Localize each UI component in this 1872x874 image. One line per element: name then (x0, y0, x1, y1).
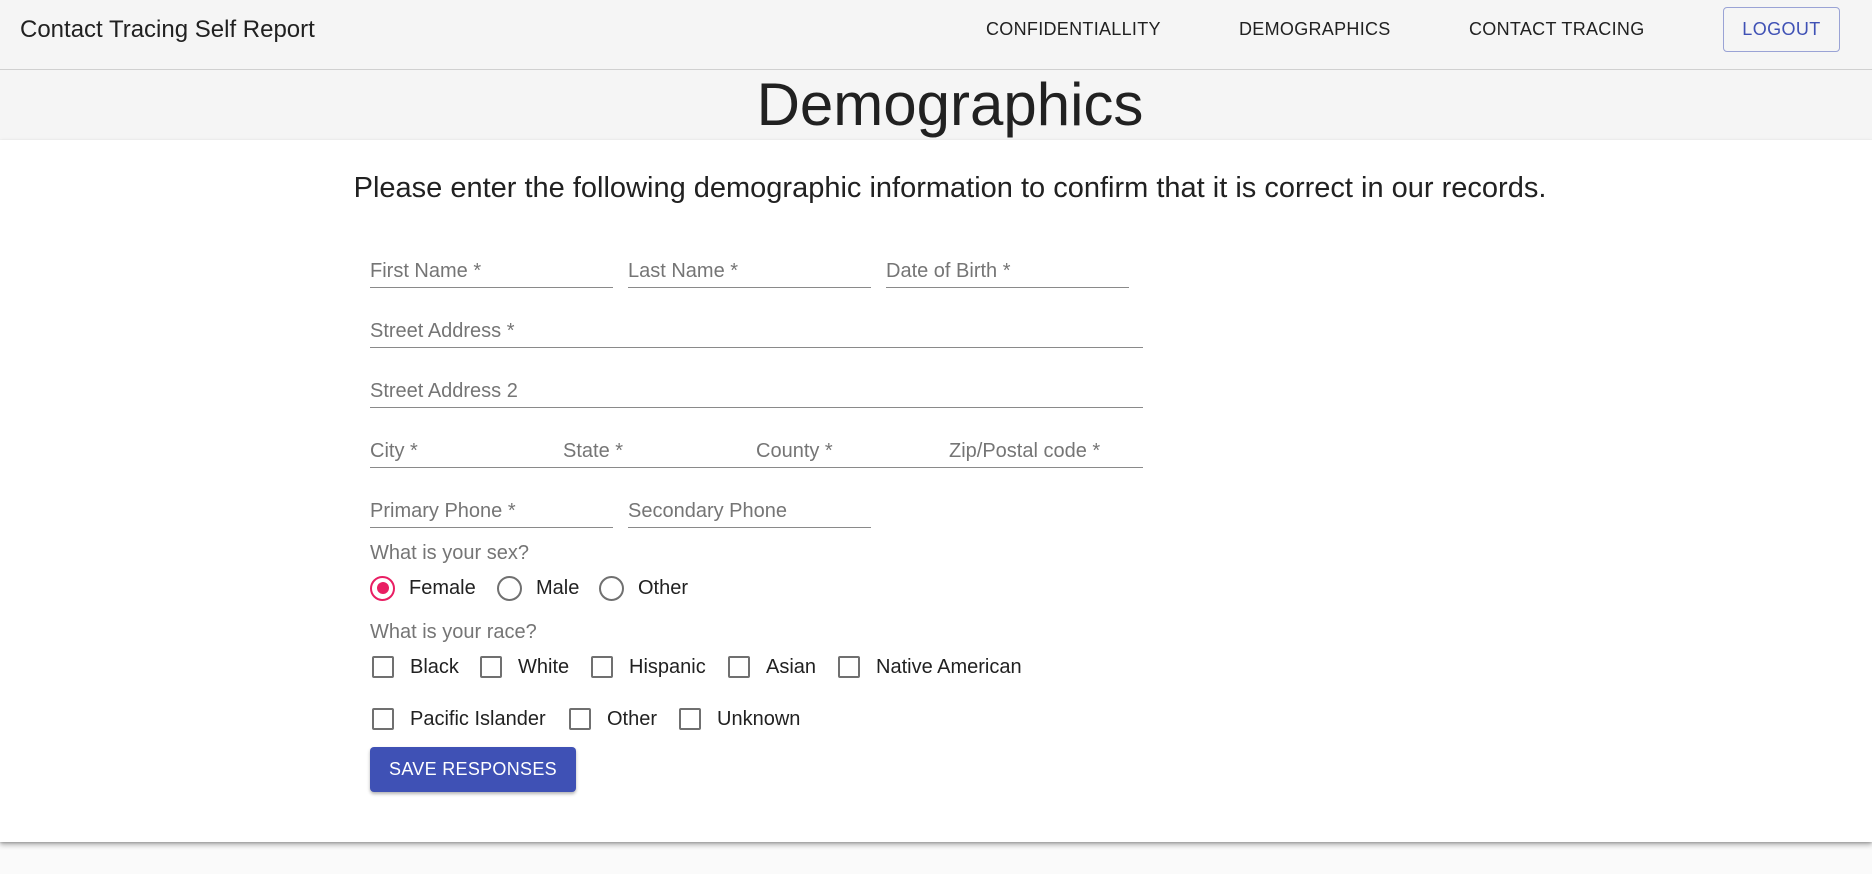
state-input[interactable] (563, 430, 757, 467)
page-title: Demographics (756, 71, 1144, 138)
race-option-label: Native American (876, 655, 1022, 678)
race-option-label: Asian (766, 655, 817, 678)
checkbox-icon[interactable] (838, 656, 860, 678)
race-option-black[interactable]: Black (372, 652, 459, 682)
radio-unchecked-icon[interactable] (599, 575, 624, 601)
sex-option-female[interactable]: Female (370, 573, 476, 603)
save-responses-button[interactable]: SAVE RESPONSES (370, 747, 576, 792)
street-address-2-input[interactable] (370, 370, 1143, 407)
demographics-card: Please enter the following demographic i… (0, 140, 1872, 842)
app-title: Contact Tracing Self Report (20, 16, 315, 43)
race-question: What is your race? (370, 621, 537, 643)
state-field (563, 430, 757, 468)
race-option-label: Black (410, 655, 459, 678)
last-name-field (628, 250, 871, 288)
primary-phone-input[interactable] (370, 490, 613, 527)
first-name-field (370, 250, 613, 288)
sex-question: What is your sex? (370, 542, 529, 564)
city-field (370, 430, 564, 468)
race-option-unknown[interactable]: Unknown (679, 704, 800, 734)
race-option-native-american[interactable]: Native American (838, 652, 1022, 682)
sex-option-label: Male (536, 576, 580, 599)
dob-field (886, 250, 1129, 288)
sex-option-other[interactable]: Other (599, 573, 688, 603)
sex-option-label: Female (409, 576, 476, 599)
street-address-input[interactable] (370, 310, 1143, 347)
race-option-label: Hispanic (629, 655, 706, 678)
county-input[interactable] (756, 430, 950, 467)
race-option-hispanic[interactable]: Hispanic (591, 652, 706, 682)
race-option-pacific-islander[interactable]: Pacific Islander (372, 704, 546, 734)
checkbox-icon[interactable] (679, 708, 701, 730)
zip-input[interactable] (949, 430, 1143, 467)
checkbox-icon[interactable] (591, 656, 613, 678)
race-option-asian[interactable]: Asian (728, 652, 816, 682)
checkbox-icon[interactable] (728, 656, 750, 678)
race-option-label: Pacific Islander (410, 707, 546, 730)
sex-option-label: Other (638, 576, 689, 599)
nav-confidentiality[interactable]: CONFIDENTIALLITY (986, 19, 1161, 40)
zip-field (949, 430, 1143, 468)
sex-option-male[interactable]: Male (497, 573, 579, 603)
radio-unchecked-icon[interactable] (497, 575, 522, 601)
nav-contact-tracing[interactable]: CONTACT TRACING (1469, 19, 1645, 40)
race-option-other[interactable]: Other (569, 704, 657, 734)
street-address-field (370, 310, 1143, 348)
primary-phone-field (370, 490, 613, 528)
logout-button[interactable]: LOGOUT (1723, 7, 1840, 52)
checkbox-icon[interactable] (480, 656, 502, 678)
first-name-input[interactable] (370, 250, 613, 287)
street-address-2-field (370, 370, 1143, 408)
dob-input[interactable] (886, 250, 1129, 287)
checkbox-icon[interactable] (372, 708, 394, 730)
radio-checked-icon[interactable] (370, 575, 395, 601)
secondary-phone-input[interactable] (628, 490, 871, 527)
app-bar: Contact Tracing Self Report CONFIDENTIAL… (0, 0, 1872, 70)
intro-text: Please enter the following demographic i… (353, 172, 1547, 204)
race-option-label: Unknown (717, 707, 801, 730)
last-name-input[interactable] (628, 250, 871, 287)
secondary-phone-field (628, 490, 871, 528)
checkbox-icon[interactable] (569, 708, 591, 730)
race-option-label: Other (607, 707, 658, 730)
race-option-white[interactable]: White (480, 652, 569, 682)
city-input[interactable] (370, 430, 564, 467)
county-field (756, 430, 950, 468)
nav-demographics[interactable]: DEMOGRAPHICS (1239, 19, 1391, 40)
race-option-label: White (518, 655, 570, 678)
checkbox-icon[interactable] (372, 656, 394, 678)
